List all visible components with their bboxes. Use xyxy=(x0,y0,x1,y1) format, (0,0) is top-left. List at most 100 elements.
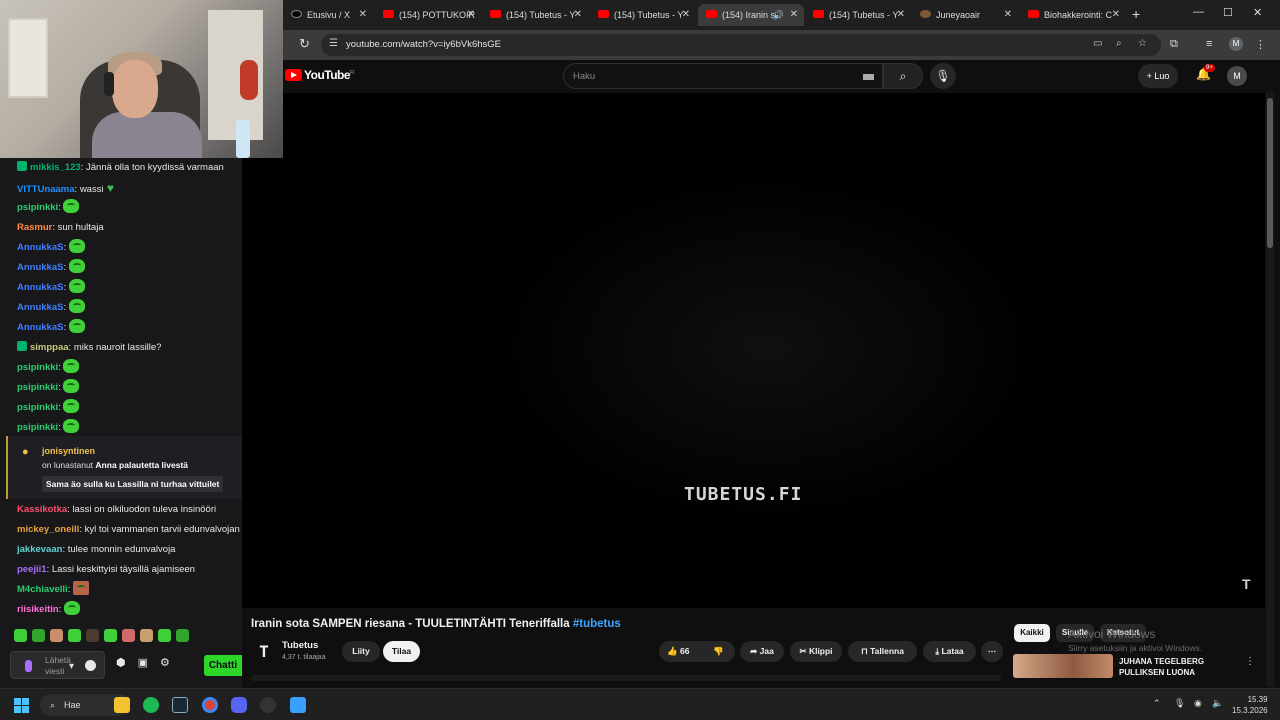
tab-youtube-active[interactable]: (154) Iranin s 🔊 ✕ xyxy=(698,4,804,26)
more-actions-button[interactable]: ⋯ xyxy=(981,641,1003,662)
minimize-button[interactable]: — xyxy=(1193,6,1204,18)
close-tab-icon[interactable]: ✕ xyxy=(1004,4,1012,26)
mic-icon[interactable] xyxy=(25,660,32,672)
recommended-thumbnail[interactable] xyxy=(1013,654,1113,678)
dislike-icon[interactable]: 👎 xyxy=(713,641,724,662)
chip-all[interactable]: Kaikki xyxy=(1014,624,1050,642)
chat-username[interactable]: riisikeitin xyxy=(17,604,59,615)
chat-username[interactable]: M4chiavelli xyxy=(17,584,68,595)
emote-icon[interactable] xyxy=(32,629,45,642)
start-icon[interactable] xyxy=(14,698,29,713)
emote-icon[interactable] xyxy=(104,629,117,642)
like-dislike-group[interactable]: 👍 66 👎 xyxy=(659,641,735,662)
search-input[interactable]: Haku xyxy=(563,63,883,89)
join-button[interactable]: Liity xyxy=(342,641,380,662)
video-player[interactable]: TUBETUS.FI T xyxy=(242,93,1265,608)
tray-mic-icon[interactable]: 🎙 xyxy=(1174,698,1185,709)
chat-username[interactable]: psipinkki xyxy=(17,422,58,433)
close-tab-icon[interactable]: ✕ xyxy=(790,4,798,26)
channel-name[interactable]: Tubetus xyxy=(282,640,318,651)
settings-icon[interactable]: ⚙ xyxy=(160,656,170,669)
chat-username[interactable]: peejii1 xyxy=(17,564,47,575)
chat-username[interactable]: Kassikotka xyxy=(17,504,67,515)
chat-username[interactable]: psipinkki xyxy=(17,382,58,393)
volume-icon[interactable]: 🔈 xyxy=(1212,698,1223,709)
chat-username[interactable]: VITTUnaama xyxy=(17,184,75,195)
browser-profile-avatar[interactable]: M xyxy=(1229,37,1243,51)
tab-youtube[interactable]: (154) POTTUKOIR ✕ xyxy=(375,4,481,26)
create-button[interactable]: + Luo xyxy=(1138,64,1178,88)
download-button[interactable]: ⤓ Lataa xyxy=(923,641,976,662)
bookmark-star-icon[interactable]: ☆ xyxy=(1138,38,1147,49)
search-button[interactable]: ⌕ xyxy=(883,63,923,89)
site-info-icon[interactable]: ☰ xyxy=(329,38,338,49)
like-icon[interactable]: 👍 xyxy=(667,646,678,656)
recommended-more-icon[interactable]: ⋮ xyxy=(1245,656,1255,667)
chat-username[interactable]: AnnukkaS xyxy=(17,242,63,253)
page-scrollbar[interactable] xyxy=(1266,92,1274,687)
extensions-icon[interactable]: ⧉ xyxy=(1170,38,1178,51)
chat-username[interactable]: AnnukkaS xyxy=(17,282,63,293)
tab-site[interactable]: Juneyaoair ✕ xyxy=(912,4,1018,26)
clock[interactable]: 15.39 15.3.2026 xyxy=(1232,694,1268,716)
account-avatar[interactable]: M xyxy=(1227,66,1247,86)
chrome-icon[interactable] xyxy=(202,697,218,713)
voice-search-button[interactable]: 🎙 xyxy=(930,63,956,89)
chat-send-button[interactable]: Chatti xyxy=(204,655,242,676)
reload-icon[interactable]: ↻ xyxy=(299,36,310,52)
chat-input[interactable]: Lähetä viesti ▾ xyxy=(10,651,105,679)
close-tab-icon[interactable]: ✕ xyxy=(682,4,690,26)
emote-icon[interactable] xyxy=(68,629,81,642)
description-box[interactable] xyxy=(251,675,1001,681)
chat-username[interactable]: AnnukkaS xyxy=(17,302,63,313)
zoom-icon[interactable]: ⌕ xyxy=(1116,38,1122,49)
youtube-logo-text[interactable]: YouTubeFI xyxy=(304,68,354,82)
emote-icon[interactable] xyxy=(122,629,135,642)
chat-username[interactable]: psipinkki xyxy=(17,362,58,373)
obs-icon[interactable] xyxy=(260,697,276,713)
gift-icon[interactable]: ▾ xyxy=(69,661,74,672)
subscribe-button[interactable]: Tilaa xyxy=(383,641,420,662)
maximize-button[interactable]: ☐ xyxy=(1223,6,1233,19)
save-button[interactable]: ⊓ Tallenna xyxy=(848,641,917,662)
close-tab-icon[interactable]: ✕ xyxy=(574,4,582,26)
tab-youtube[interactable]: Biohakkerointi: C ✕ xyxy=(1020,4,1126,26)
share-button[interactable]: ➦ Jaa xyxy=(740,641,784,662)
keyboard-icon[interactable] xyxy=(863,74,874,80)
chat-username[interactable]: mickey_oneill xyxy=(17,524,79,535)
file-explorer-icon[interactable] xyxy=(114,697,130,713)
spotify-icon[interactable] xyxy=(143,697,159,713)
tray-expand-icon[interactable]: ⌃ xyxy=(1153,698,1161,709)
tab-x[interactable]: Etusivu / X ✕ xyxy=(283,4,373,26)
youtube-logo-icon[interactable] xyxy=(285,69,302,81)
recommended-title[interactable]: JUHANA TEGELBERG PULLIKSEN LUONA xyxy=(1119,656,1204,678)
wifi-icon[interactable]: ◉ xyxy=(1194,698,1202,709)
steam-icon[interactable] xyxy=(172,697,188,713)
new-tab-button[interactable]: + xyxy=(1132,6,1140,22)
channel-watermark-icon[interactable]: T xyxy=(1242,576,1251,592)
cast-icon[interactable]: ▭ xyxy=(1093,38,1102,49)
chat-username[interactable]: AnnukkaS xyxy=(17,322,63,333)
chat-username[interactable]: Rasmur xyxy=(17,222,52,233)
audio-icon[interactable]: 🔊 xyxy=(773,4,784,26)
close-tab-icon[interactable]: ✕ xyxy=(359,4,367,26)
emote-icon[interactable] xyxy=(50,629,63,642)
app-icon[interactable] xyxy=(290,697,306,713)
discord-icon[interactable] xyxy=(231,697,247,713)
emoji-icon[interactable] xyxy=(85,660,96,671)
close-tab-icon[interactable]: ✕ xyxy=(897,4,905,26)
menu-icon[interactable]: ⋮ xyxy=(1255,38,1266,51)
hashtag-link[interactable]: #tubetus xyxy=(573,618,621,630)
chat-username[interactable]: psipinkki xyxy=(17,202,58,213)
emote-icon[interactable] xyxy=(86,629,99,642)
emote-icon[interactable] xyxy=(176,629,189,642)
redeem-user[interactable]: jonisyntinen xyxy=(42,446,95,456)
close-window-button[interactable]: ✕ xyxy=(1253,6,1262,19)
chat-username[interactable]: jakkevaan xyxy=(17,544,62,555)
address-bar[interactable]: ☰ youtube.com/watch?v=iy6bVk6hsGE ▭ ⌕ ☆ xyxy=(321,34,1161,56)
emote-bar[interactable] xyxy=(14,629,189,645)
close-tab-icon[interactable]: ✕ xyxy=(1112,4,1120,26)
chat-username[interactable]: AnnukkaS xyxy=(17,262,63,273)
emote-icon[interactable] xyxy=(140,629,153,642)
chat-username[interactable]: psipinkki xyxy=(17,402,58,413)
